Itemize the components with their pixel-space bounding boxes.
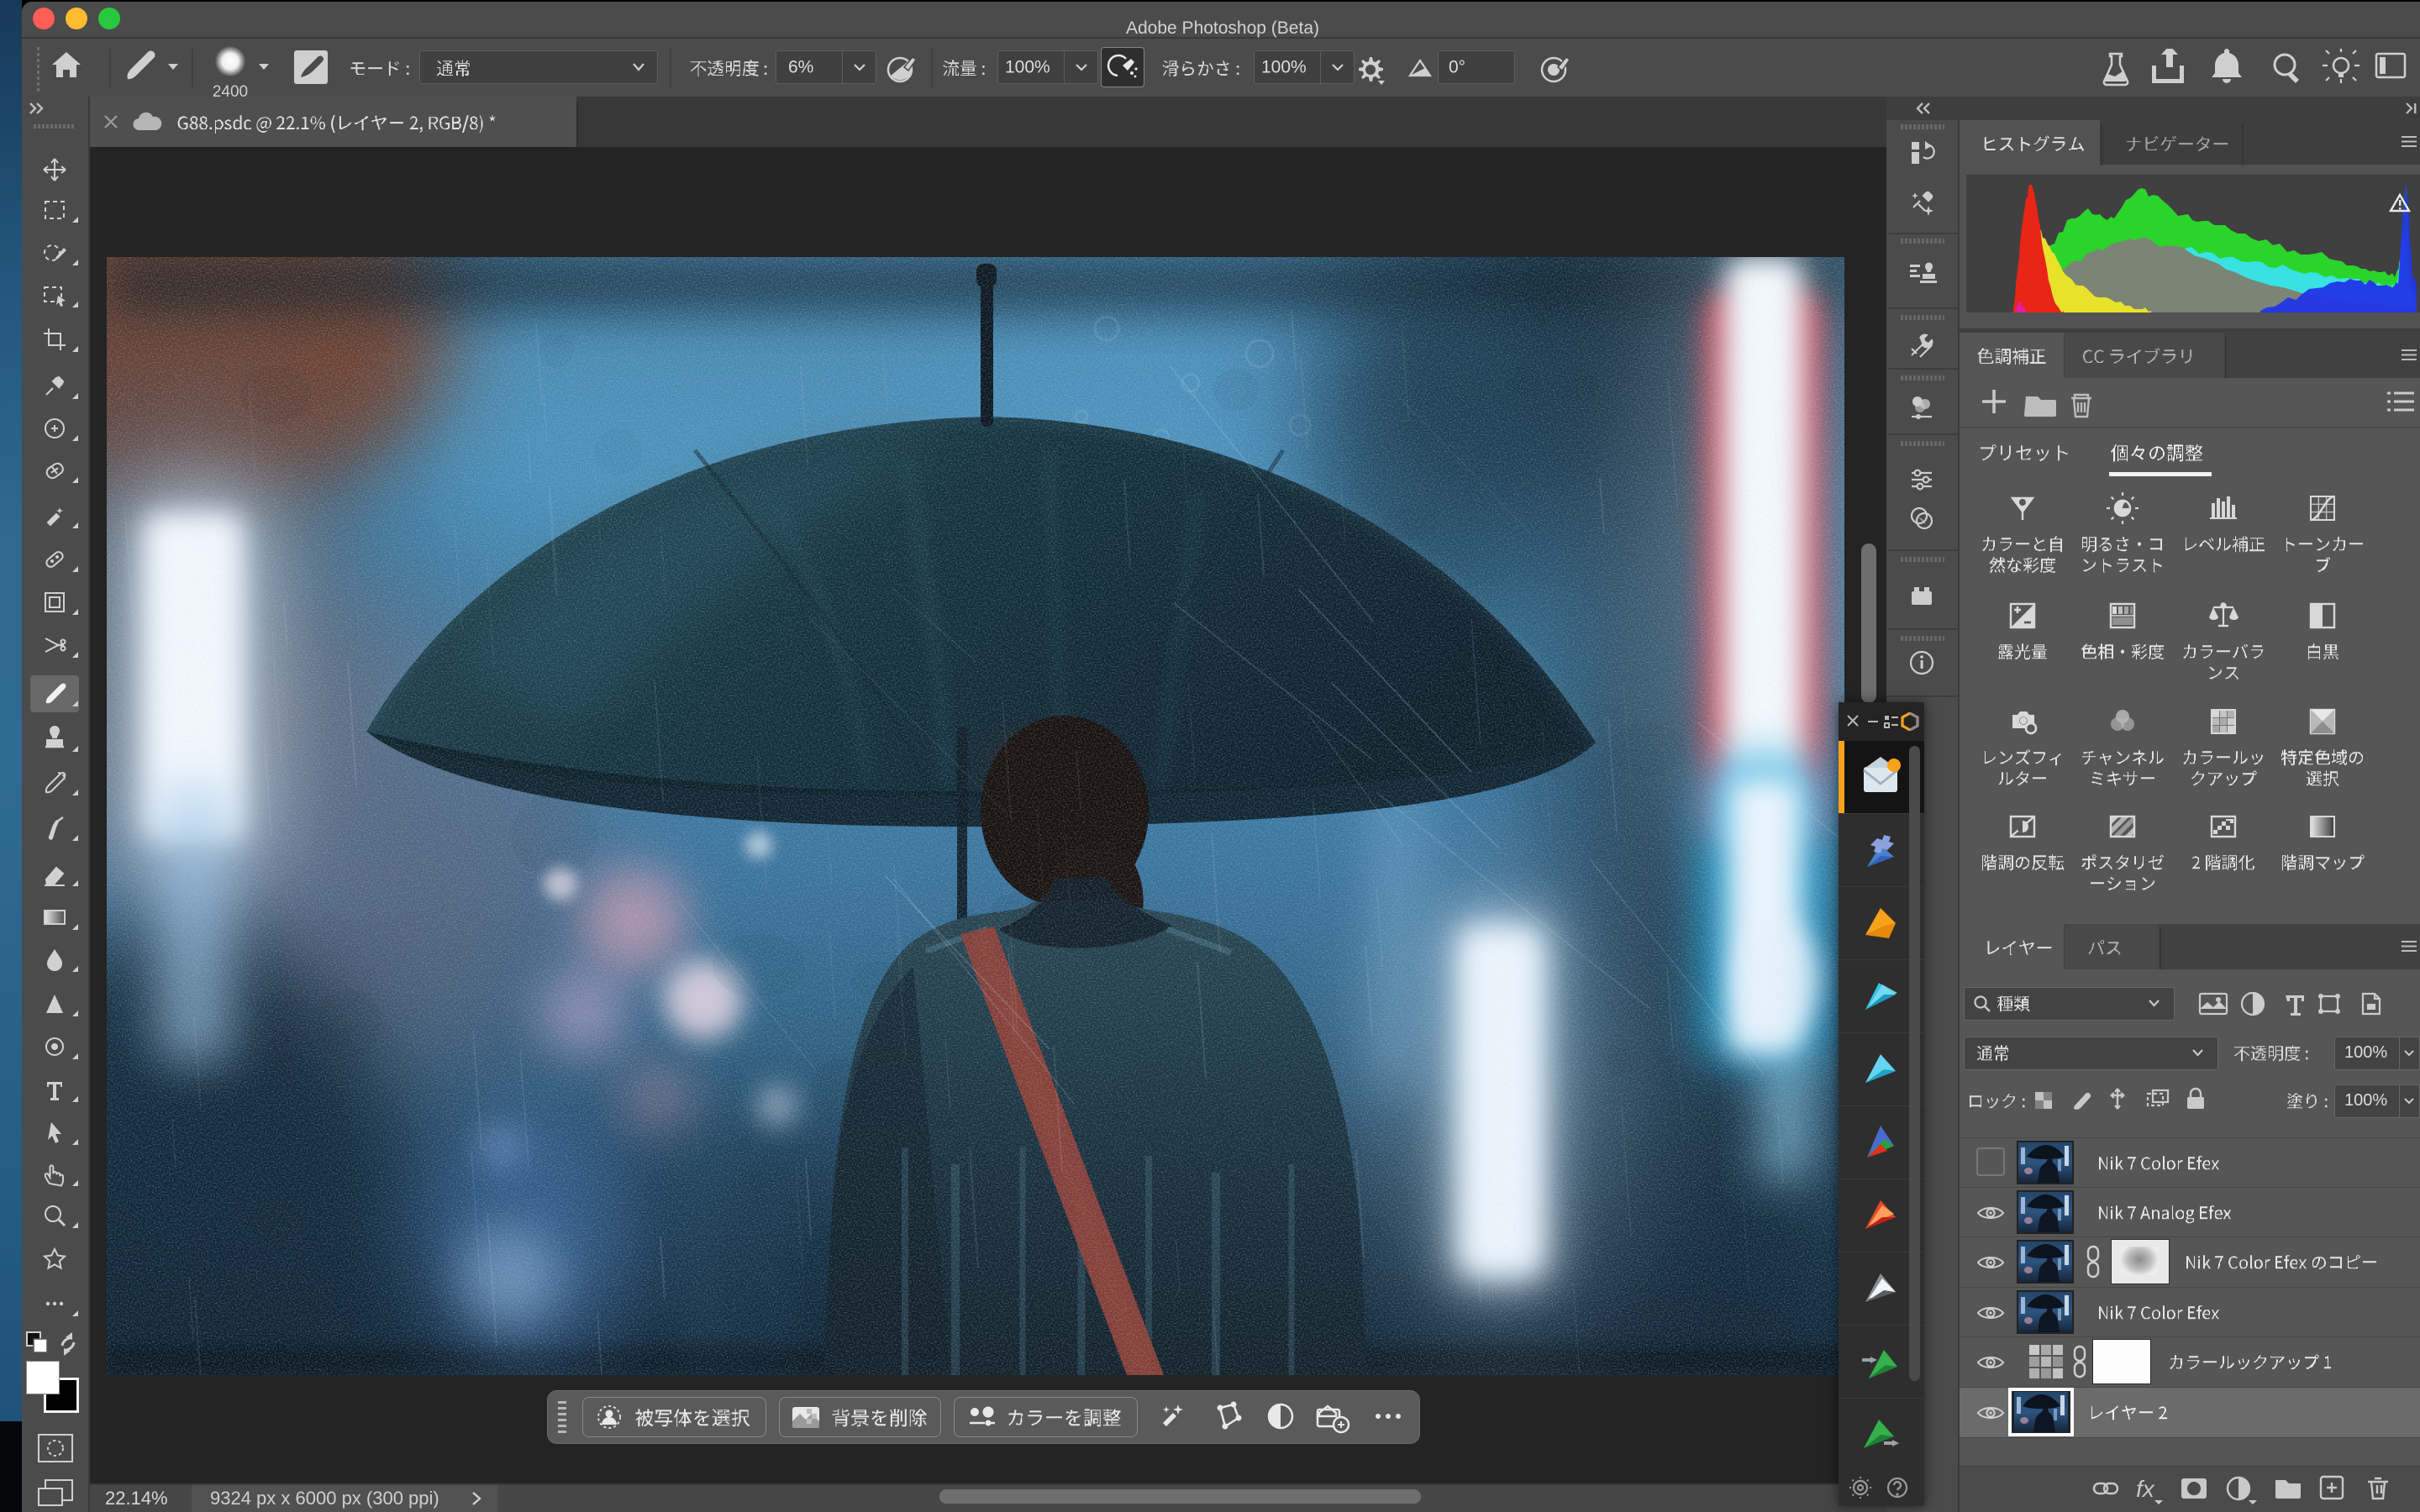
svg-text:fx: fx <box>2136 1476 2155 1502</box>
